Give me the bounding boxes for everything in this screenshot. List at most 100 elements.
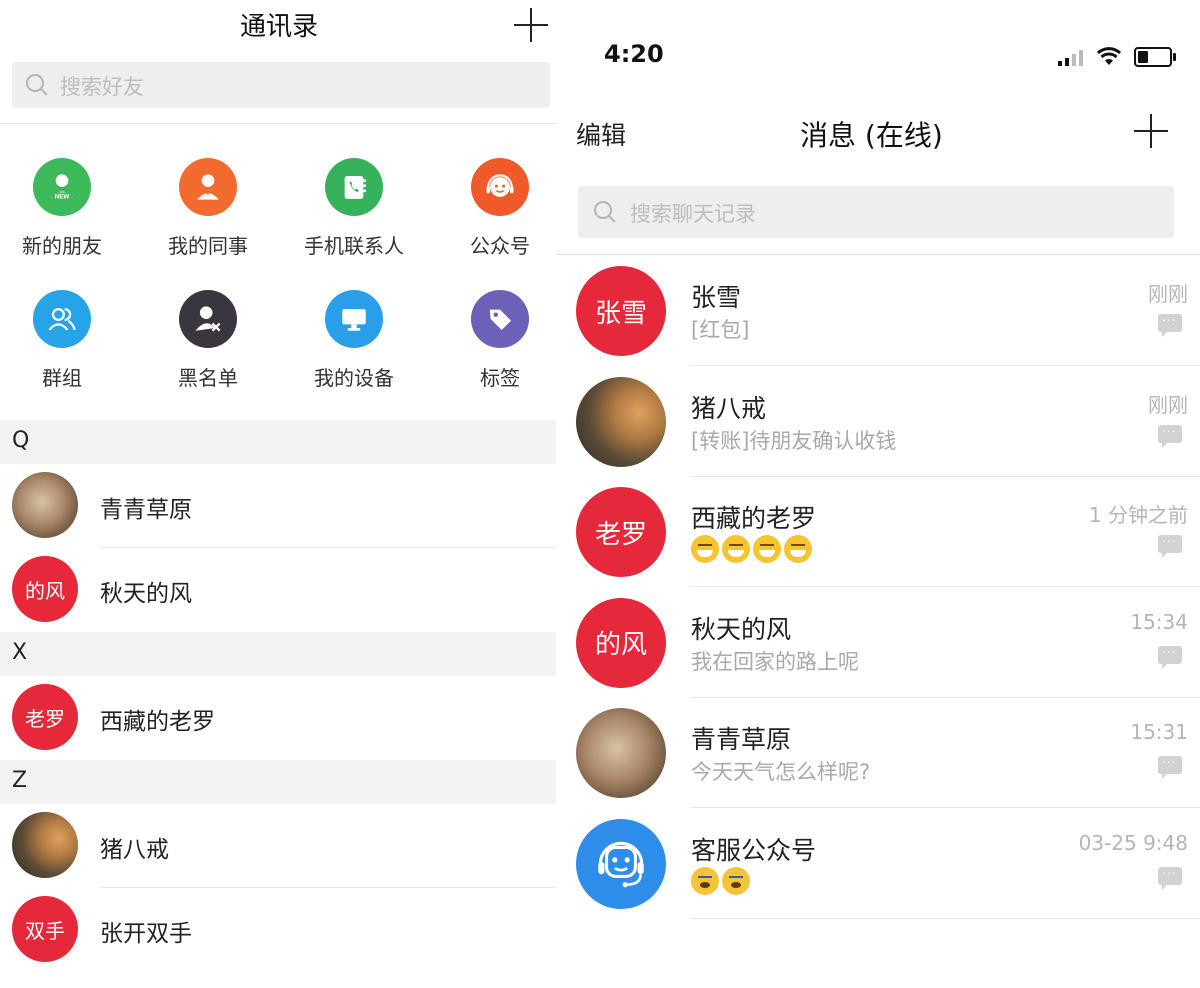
- section-header: Z: [0, 760, 556, 804]
- contact-row[interactable]: 青青草原: [0, 464, 556, 548]
- add-contact-button[interactable]: [514, 8, 548, 42]
- conversation-time: 1 分钟之前: [1088, 503, 1188, 527]
- row-divider: [691, 917, 1200, 919]
- function-blacklist[interactable]: 黑名单: [148, 290, 268, 391]
- search-placeholder: 搜索好友: [60, 75, 144, 99]
- avatar: [576, 708, 666, 798]
- avatar: 老罗: [12, 684, 78, 750]
- avatar: 双手: [12, 896, 78, 962]
- conversation-row[interactable]: 张雪 张雪 [红包] 刚刚: [556, 256, 1200, 366]
- fearful-emoji-icon: [691, 866, 719, 895]
- contact-row[interactable]: 的风 秋天的风: [0, 548, 556, 632]
- conversation-preview: [691, 535, 815, 563]
- conversation-row[interactable]: 猪八戒 [转账]待朋友确认收钱 刚刚: [556, 367, 1200, 477]
- function-group[interactable]: 群组: [2, 290, 122, 391]
- contact-name: 西藏的老罗: [100, 709, 215, 735]
- page-title: 通讯录: [240, 12, 319, 42]
- conversation-preview: 今天天气怎么样呢?: [691, 760, 871, 784]
- contact-name: 秋天的风: [100, 581, 192, 607]
- conversation-row[interactable]: 青青草原今天天气怎么样呢? 15:31: [556, 698, 1200, 808]
- conversation-name: 西藏的老罗: [691, 504, 817, 533]
- contact-row[interactable]: 老罗 西藏的老罗: [0, 676, 556, 760]
- conversation-row[interactable]: 老罗 西藏的老罗 1 分钟之前: [556, 477, 1200, 587]
- avatar: 张雪: [576, 266, 666, 356]
- official-account-icon: [471, 158, 529, 216]
- customer-service-icon: [576, 818, 666, 909]
- section-letter: X: [12, 640, 28, 665]
- phone-contacts-icon: [325, 158, 383, 216]
- new-friend-icon: NEW: [33, 158, 91, 216]
- avatar: 的风: [12, 556, 78, 622]
- function-label: 标签: [480, 366, 520, 390]
- message-bubble-icon: [1158, 752, 1182, 779]
- contact-row[interactable]: 双手 张开双手: [0, 888, 556, 972]
- conversation-name: 秋天的风: [691, 614, 792, 644]
- message-bubble-icon: [1158, 421, 1182, 448]
- conversation-time: 03-25 9:48: [1078, 830, 1188, 855]
- battery-icon: [1134, 47, 1176, 67]
- search-icon: [26, 74, 44, 92]
- message-bubble-icon: [1158, 863, 1182, 890]
- avatar: [576, 376, 666, 467]
- colleague-icon: [179, 158, 237, 216]
- chat-search-input[interactable]: 搜索聊天记录: [578, 186, 1174, 238]
- function-new-friend[interactable]: NEW 新的朋友: [2, 158, 122, 259]
- search-placeholder: 搜索聊天记录: [630, 202, 756, 226]
- conversation-name: 张雪: [691, 283, 742, 312]
- function-label: 群组: [42, 366, 82, 390]
- conversation-time: 刚刚: [1148, 282, 1188, 306]
- conversation-preview: [红包]: [691, 318, 750, 342]
- grin-emoji-icon: [753, 535, 781, 563]
- edit-button[interactable]: 编辑: [576, 116, 626, 152]
- conversation-preview: [691, 866, 753, 895]
- status-time: 4:20: [604, 40, 664, 68]
- function-label: 公众号: [470, 234, 530, 258]
- avatar: [12, 812, 78, 878]
- svg-text:NEW: NEW: [55, 194, 70, 201]
- signal-icon: [1058, 50, 1083, 66]
- function-label: 手机联系人: [304, 234, 404, 258]
- contact-name: 猪八戒: [100, 837, 169, 863]
- avatar: 老罗: [576, 487, 666, 577]
- conversation-preview: 我在回家的路上呢: [691, 649, 859, 674]
- conversation-row[interactable]: 客服公众号 03-25 9:48: [556, 809, 1200, 919]
- conversation-name: 猪八戒: [691, 393, 767, 423]
- section-header: Q: [0, 420, 556, 464]
- contact-row[interactable]: 猪八戒: [0, 804, 556, 888]
- contact-name: 青青草原: [100, 497, 192, 523]
- conversation-preview: [转账]待朋友确认收钱: [691, 428, 897, 453]
- function-tag[interactable]: 标签: [440, 290, 556, 391]
- function-label: 黑名单: [178, 366, 238, 390]
- search-input[interactable]: 搜索好友: [12, 62, 550, 108]
- function-phone-contacts[interactable]: 手机联系人: [294, 158, 414, 259]
- wifi-icon: [1096, 47, 1122, 65]
- fearful-emoji-icon: [722, 866, 750, 895]
- section-header: X: [0, 632, 556, 676]
- contact-name: 张开双手: [100, 921, 192, 947]
- message-bubble-icon: [1158, 642, 1182, 669]
- header-divider: [0, 123, 556, 124]
- grin-emoji-icon: [691, 535, 719, 563]
- avatar: [12, 472, 78, 538]
- header-divider: [556, 254, 1200, 255]
- tag-icon: [471, 290, 529, 348]
- function-colleague[interactable]: 我的同事: [148, 158, 268, 259]
- conversation-time: 刚刚: [1148, 392, 1188, 417]
- conversation-name: 客服公众号: [691, 835, 817, 865]
- function-device[interactable]: 我的设备: [294, 290, 414, 391]
- conversation-time: 15:34: [1130, 609, 1188, 634]
- conversation-name: 青青草原: [691, 725, 792, 754]
- messages-screen: 4:20 编辑 消息 (在线) 搜索聊天记录 张雪张雪[红包]刚刚猪八戒[转账]…: [556, 0, 1200, 988]
- function-official-account[interactable]: 公众号: [440, 158, 556, 259]
- conversation-time: 15:31: [1130, 720, 1188, 744]
- device-icon: [325, 290, 383, 348]
- section-letter: Q: [12, 428, 30, 453]
- function-label: 新的朋友: [22, 234, 102, 258]
- search-icon: [594, 201, 612, 219]
- contacts-screen: 通讯录 搜索好友 NEW 新的朋友 我的同事 手机联系人 公众号 群组 黑名单 我的设备 标签 …: [0, 0, 556, 988]
- message-bubble-icon: [1158, 310, 1182, 337]
- conversation-row[interactable]: 的风 秋天的风 我在回家的路上呢 15:34: [556, 588, 1200, 698]
- function-label: 我的同事: [168, 234, 248, 258]
- blacklist-icon: [179, 290, 237, 348]
- add-button[interactable]: [1134, 114, 1168, 148]
